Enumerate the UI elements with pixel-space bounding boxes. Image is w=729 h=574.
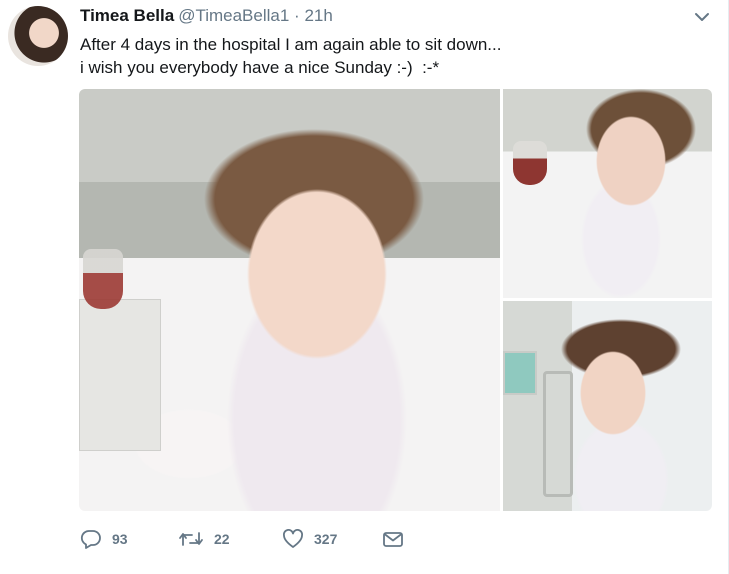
tweet-header: Timea Bella @TimeaBella1 · 21h: [80, 6, 698, 26]
photo-detail-cabinet: [79, 299, 161, 451]
photo-bottom-right[interactable]: [503, 301, 712, 511]
like-count: 327: [314, 531, 338, 547]
author-name[interactable]: Timea Bella: [80, 6, 174, 25]
retweet-button[interactable]: 22: [178, 526, 230, 552]
reply-icon: [80, 529, 102, 549]
photo-detail-jug: [513, 141, 547, 185]
photo-top-right[interactable]: [503, 89, 712, 298]
retweet-count: 22: [214, 531, 230, 547]
reply-button[interactable]: 93: [80, 526, 128, 552]
direct-message-button[interactable]: [382, 526, 404, 552]
avatar[interactable]: [8, 6, 68, 66]
author-handle[interactable]: @TimeaBella1: [178, 6, 289, 25]
tweet-text-line: i wish you everybody have a nice Sunday …: [80, 58, 440, 77]
like-button[interactable]: 327: [282, 526, 337, 552]
tweet-card: Timea Bella @TimeaBella1 · 21h After 4 da…: [0, 0, 729, 574]
media-grid: [79, 89, 712, 511]
tweet-text-line: After 4 days in the hospital I am again …: [80, 35, 502, 54]
heart-icon: [282, 529, 304, 549]
reply-count: 93: [112, 531, 128, 547]
photo-detail-bed-rail: [543, 371, 573, 497]
retweet-icon: [178, 529, 204, 549]
tweet-actions: 93 22 327: [80, 526, 500, 552]
tweet-text: After 4 days in the hospital I am again …: [80, 33, 700, 79]
envelope-icon: [382, 529, 404, 549]
photo-detail-monitor: [503, 351, 537, 395]
separator-dot: ·: [294, 6, 300, 25]
photo-detail-jug: [83, 249, 123, 309]
timestamp[interactable]: 21h: [304, 6, 332, 25]
chevron-down-icon[interactable]: [694, 10, 710, 22]
photo-main[interactable]: [79, 89, 500, 511]
